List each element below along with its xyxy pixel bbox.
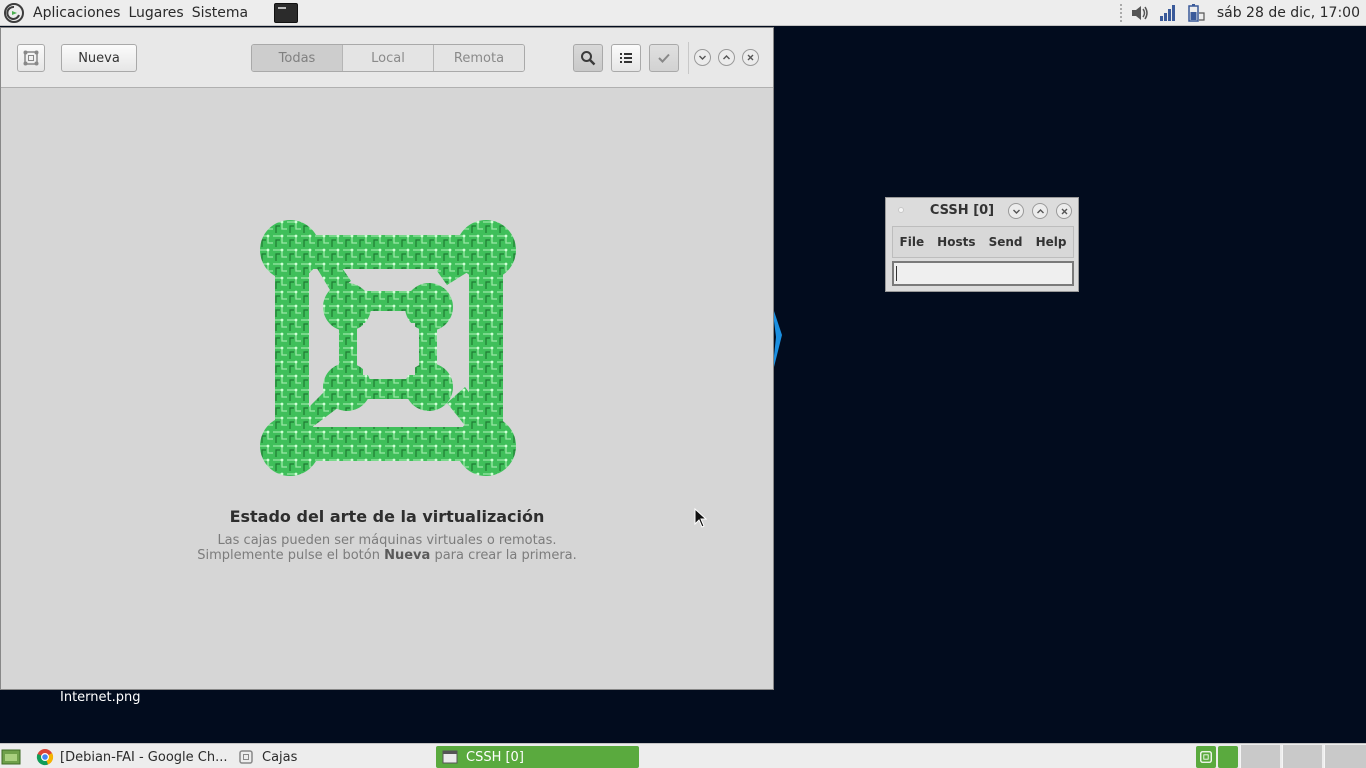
app-menu-button[interactable] bbox=[17, 44, 45, 72]
show-desktop-icon bbox=[1, 749, 21, 765]
chevron-down-icon bbox=[1012, 209, 1020, 214]
filter-segmented-control: Todas Local Remota bbox=[251, 44, 525, 72]
boxes-window: Nueva Todas Local Remota Estado del arte… bbox=[0, 27, 774, 690]
menu-lugares[interactable]: Lugares bbox=[124, 5, 187, 21]
cssh-minimize-button[interactable] bbox=[1008, 203, 1024, 219]
filter-todas[interactable]: Todas bbox=[252, 45, 343, 71]
mouse-pointer-icon bbox=[694, 508, 708, 528]
minimize-button[interactable] bbox=[694, 49, 711, 66]
cssh-menu-send[interactable]: Send bbox=[989, 235, 1023, 249]
taskbar-item-cajas[interactable]: Cajas bbox=[236, 746, 416, 768]
cssh-maximize-button[interactable] bbox=[1032, 203, 1048, 219]
list-icon bbox=[620, 53, 632, 63]
empty-state-line1: Las cajas pueden ser máquinas virtuales … bbox=[217, 533, 557, 548]
cssh-menu-file[interactable]: File bbox=[900, 235, 925, 249]
empty-line2-bold: Nueva bbox=[384, 548, 431, 563]
desktop-icon-label[interactable]: Internet.png bbox=[60, 690, 141, 705]
close-icon bbox=[747, 54, 754, 61]
debian-logo-icon[interactable] bbox=[3, 2, 25, 24]
cssh-title-bar[interactable]: CSSH [0] bbox=[886, 198, 1078, 224]
empty-state-line2: Simplemente pulse el botón Nueva para cr… bbox=[1, 548, 773, 563]
header-separator bbox=[688, 42, 689, 74]
new-box-button[interactable]: Nueva bbox=[61, 44, 137, 72]
chevron-down-icon bbox=[699, 55, 706, 60]
search-button[interactable] bbox=[573, 44, 603, 72]
workspace-2[interactable] bbox=[1240, 745, 1280, 768]
top-panel: Aplicaciones Lugares Sistema sáb 28 de d… bbox=[0, 0, 1366, 26]
tray-separator bbox=[1119, 4, 1123, 22]
window-icon bbox=[442, 750, 458, 764]
chevron-up-icon bbox=[1036, 208, 1044, 213]
taskbar-item-label: [Debian-FAI - Google Ch... bbox=[60, 749, 228, 765]
chrome-icon bbox=[36, 749, 54, 766]
cssh-menu-help[interactable]: Help bbox=[1036, 235, 1067, 249]
volume-icon[interactable] bbox=[1129, 2, 1151, 24]
boxes-app-icon bbox=[239, 750, 253, 764]
cssh-command-input[interactable] bbox=[892, 261, 1074, 286]
filter-local[interactable]: Local bbox=[343, 45, 434, 71]
network-signal-icon[interactable] bbox=[1157, 2, 1179, 24]
workspace-3[interactable] bbox=[1282, 745, 1322, 768]
battery-icon[interactable] bbox=[1185, 2, 1207, 24]
bottom-taskbar: [Debian-FAI - Google Ch... Cajas CSSH [0… bbox=[0, 743, 1366, 768]
show-desktop-button[interactable] bbox=[0, 746, 26, 768]
workspace-app-indicator[interactable] bbox=[1196, 746, 1216, 768]
list-view-button[interactable] bbox=[611, 44, 641, 72]
system-tray: sáb 28 de dic, 17:00 bbox=[1119, 0, 1366, 26]
taskbar-item-label: Cajas bbox=[262, 749, 298, 765]
taskbar-item-label: CSSH [0] bbox=[466, 749, 524, 765]
boxes-app-icon bbox=[1200, 751, 1212, 763]
cssh-menu-hosts[interactable]: Hosts bbox=[937, 235, 975, 249]
search-icon bbox=[581, 51, 596, 66]
boxes-app-icon bbox=[23, 50, 39, 66]
menu-sistema[interactable]: Sistema bbox=[188, 5, 252, 21]
selection-mode-button[interactable] bbox=[649, 44, 679, 72]
maximize-button[interactable] bbox=[718, 49, 735, 66]
close-icon bbox=[1061, 208, 1067, 214]
top-menu: Aplicaciones Lugares Sistema bbox=[0, 0, 299, 26]
boxes-empty-state: Estado del arte de la virtualización Las… bbox=[1, 89, 773, 689]
workspace-1[interactable] bbox=[1218, 746, 1238, 768]
empty-state-description: Las cajas pueden ser máquinas virtuales … bbox=[1, 533, 773, 563]
filter-remota[interactable]: Remota bbox=[434, 45, 524, 71]
clock[interactable]: sáb 28 de dic, 17:00 bbox=[1217, 5, 1360, 21]
close-button[interactable] bbox=[742, 49, 759, 66]
text-caret bbox=[896, 266, 897, 281]
empty-line2-post: para crear la primera. bbox=[430, 548, 577, 563]
chevron-up-icon bbox=[723, 55, 730, 60]
boxes-header-bar: Nueva Todas Local Remota bbox=[1, 28, 773, 88]
taskbar-item-cssh[interactable]: CSSH [0] bbox=[436, 746, 639, 768]
boxes-logo-icon bbox=[260, 220, 516, 476]
cssh-window: CSSH [0] File Hosts Send Help bbox=[885, 197, 1079, 292]
menu-aplicaciones[interactable]: Aplicaciones bbox=[29, 5, 124, 21]
workspace-4[interactable] bbox=[1324, 745, 1366, 768]
terminal-launcher-icon[interactable] bbox=[274, 2, 299, 23]
empty-state-title: Estado del arte de la virtualización bbox=[229, 507, 545, 526]
cssh-menubar: File Hosts Send Help bbox=[892, 226, 1074, 258]
cssh-close-button[interactable] bbox=[1056, 203, 1072, 219]
empty-line2-pre: Simplemente pulse el botón bbox=[197, 548, 385, 563]
taskbar-item-chrome[interactable]: [Debian-FAI - Google Ch... bbox=[34, 746, 234, 768]
checkmark-icon bbox=[658, 53, 670, 63]
